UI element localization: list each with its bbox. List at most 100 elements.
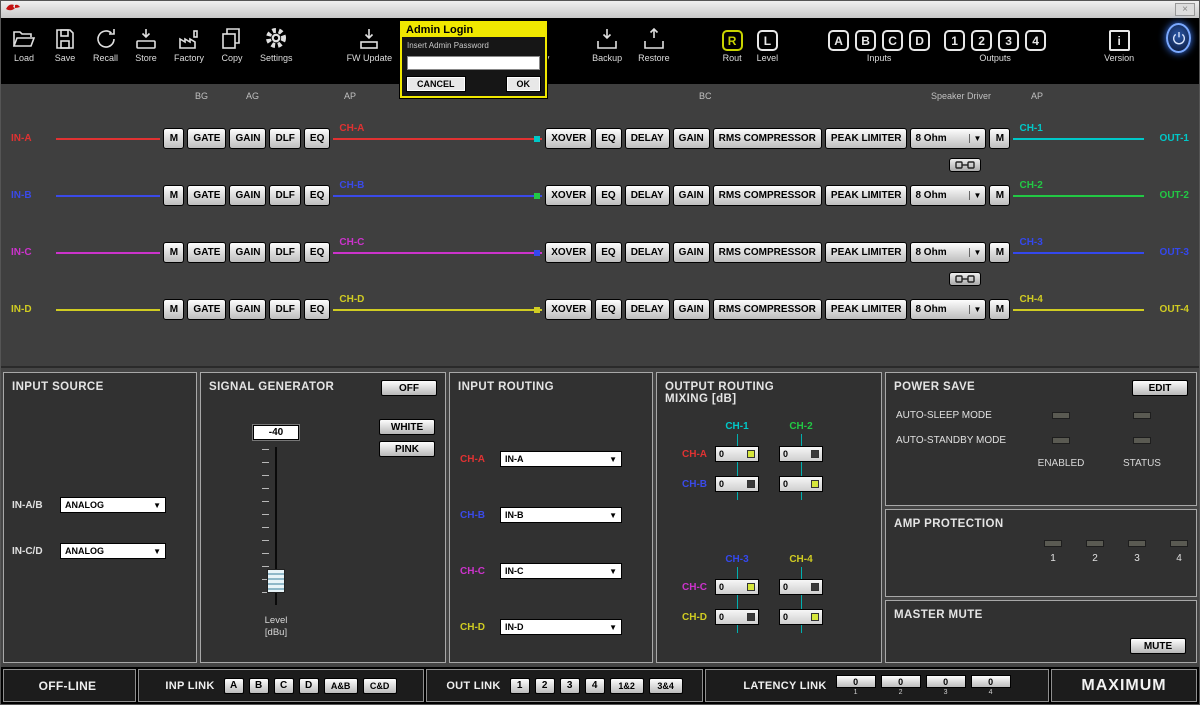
- out-link-button[interactable]: 1&2: [610, 678, 644, 694]
- eq-button[interactable]: EQ: [304, 128, 330, 149]
- input-b-button[interactable]: B: [855, 30, 876, 51]
- out-link-button[interactable]: 4: [585, 678, 605, 694]
- input-mute-button[interactable]: M: [163, 185, 184, 206]
- output-mute-button[interactable]: M: [989, 128, 1010, 149]
- eq-out-button[interactable]: EQ: [595, 242, 621, 263]
- mix-active-indicator[interactable]: [811, 613, 819, 621]
- out-link-button[interactable]: 1: [510, 678, 530, 694]
- mix-gain-cell[interactable]: 0: [779, 609, 823, 625]
- input-mute-button[interactable]: M: [163, 242, 184, 263]
- ch-a-routing-select[interactable]: IN-A ▼: [500, 451, 622, 467]
- gain-out-button[interactable]: GAIN: [673, 242, 710, 263]
- fw-update-button[interactable]: FW Update: [347, 23, 393, 63]
- close-icon[interactable]: ×: [1175, 3, 1195, 16]
- out-link-button[interactable]: 3&4: [649, 678, 683, 694]
- gain-out-button[interactable]: GAIN: [673, 299, 710, 320]
- inp-link-button[interactable]: D: [299, 678, 319, 694]
- ch-c-routing-select[interactable]: IN-C ▼: [500, 563, 622, 579]
- bridge-link-button[interactable]: [949, 272, 981, 286]
- peak-limiter-button[interactable]: PEAK LIMITER: [825, 128, 908, 149]
- load-button[interactable]: Load: [11, 23, 37, 63]
- mix-gain-cell[interactable]: 0: [715, 476, 759, 492]
- restore-button[interactable]: Restore: [638, 23, 670, 63]
- eq-button[interactable]: EQ: [304, 242, 330, 263]
- white-noise-button[interactable]: WHITE: [379, 419, 435, 435]
- gate-button[interactable]: GATE: [187, 128, 226, 149]
- dlf-button[interactable]: DLF: [269, 185, 300, 206]
- out-link-button[interactable]: 2: [535, 678, 555, 694]
- admin-password-input[interactable]: [407, 56, 540, 70]
- inp-link-button[interactable]: B: [249, 678, 269, 694]
- input-d-button[interactable]: D: [909, 30, 930, 51]
- settings-button[interactable]: Settings: [260, 23, 293, 63]
- mix-active-indicator[interactable]: [747, 450, 755, 458]
- rms-compressor-button[interactable]: RMS COMPRESSOR: [713, 299, 822, 320]
- version-info-icon[interactable]: i: [1109, 30, 1130, 51]
- inp-link-button[interactable]: C: [274, 678, 294, 694]
- input-mute-button[interactable]: M: [163, 299, 184, 320]
- speaker-driver-select[interactable]: 8 Ohm ▼: [910, 242, 986, 263]
- ch-d-routing-select[interactable]: IN-D ▼: [500, 619, 622, 635]
- master-mute-button[interactable]: MUTE: [1130, 638, 1186, 654]
- gain-button[interactable]: GAIN: [229, 299, 266, 320]
- latency-value[interactable]: 0: [881, 675, 921, 688]
- eq-out-button[interactable]: EQ: [595, 299, 621, 320]
- mix-gain-cell[interactable]: 0: [779, 476, 823, 492]
- output-mute-button[interactable]: M: [989, 185, 1010, 206]
- gain-out-button[interactable]: GAIN: [673, 185, 710, 206]
- latency-value[interactable]: 0: [926, 675, 966, 688]
- inp-link-button[interactable]: A: [224, 678, 244, 694]
- gate-button[interactable]: GATE: [187, 242, 226, 263]
- delay-button[interactable]: DELAY: [625, 185, 670, 206]
- xover-button[interactable]: XOVER: [545, 185, 592, 206]
- mix-active-indicator[interactable]: [811, 450, 819, 458]
- eq-button[interactable]: EQ: [304, 185, 330, 206]
- rms-compressor-button[interactable]: RMS COMPRESSOR: [713, 185, 822, 206]
- slider-handle[interactable]: [267, 569, 285, 593]
- inp-link-button[interactable]: C&D: [363, 678, 397, 694]
- ok-button[interactable]: OK: [507, 77, 541, 91]
- input-c-button[interactable]: C: [882, 30, 903, 51]
- peak-limiter-button[interactable]: PEAK LIMITER: [825, 299, 908, 320]
- latency-value[interactable]: 0: [836, 675, 876, 688]
- level-slider[interactable]: [253, 447, 299, 605]
- inp-link-button[interactable]: A&B: [324, 678, 358, 694]
- eq-out-button[interactable]: EQ: [595, 128, 621, 149]
- in-ab-source-select[interactable]: ANALOG ▼: [60, 497, 166, 513]
- out-link-button[interactable]: 3: [560, 678, 580, 694]
- speaker-driver-select[interactable]: 8 Ohm ▼: [910, 128, 986, 149]
- mix-gain-cell[interactable]: 0: [715, 446, 759, 462]
- power-button[interactable]: [1166, 23, 1191, 53]
- gain-button[interactable]: GAIN: [229, 185, 266, 206]
- gate-button[interactable]: GATE: [187, 185, 226, 206]
- rout-button[interactable]: R: [722, 30, 743, 51]
- peak-limiter-button[interactable]: PEAK LIMITER: [825, 185, 908, 206]
- mix-gain-cell[interactable]: 0: [779, 579, 823, 595]
- speaker-driver-select[interactable]: 8 Ohm ▼: [910, 185, 986, 206]
- edit-button[interactable]: EDIT: [1132, 380, 1188, 396]
- eq-button[interactable]: EQ: [304, 299, 330, 320]
- output-2-button[interactable]: 2: [971, 30, 992, 51]
- gain-button[interactable]: GAIN: [229, 242, 266, 263]
- level-button[interactable]: L: [757, 30, 778, 51]
- output-1-button[interactable]: 1: [944, 30, 965, 51]
- gate-button[interactable]: GATE: [187, 299, 226, 320]
- output-mute-button[interactable]: M: [989, 299, 1010, 320]
- bridge-link-button[interactable]: [949, 158, 981, 172]
- latency-value[interactable]: 0: [971, 675, 1011, 688]
- mix-active-indicator[interactable]: [811, 480, 819, 488]
- input-mute-button[interactable]: M: [163, 128, 184, 149]
- save-button[interactable]: Save: [53, 23, 77, 63]
- gain-button[interactable]: GAIN: [229, 128, 266, 149]
- gain-out-button[interactable]: GAIN: [673, 128, 710, 149]
- xover-button[interactable]: XOVER: [545, 299, 592, 320]
- ch-b-routing-select[interactable]: IN-B ▼: [500, 507, 622, 523]
- output-4-button[interactable]: 4: [1025, 30, 1046, 51]
- pink-noise-button[interactable]: PINK: [379, 441, 435, 457]
- speaker-driver-select[interactable]: 8 Ohm ▼: [910, 299, 986, 320]
- rms-compressor-button[interactable]: RMS COMPRESSOR: [713, 128, 822, 149]
- xover-button[interactable]: XOVER: [545, 242, 592, 263]
- in-cd-source-select[interactable]: ANALOG ▼: [60, 543, 166, 559]
- mix-active-indicator[interactable]: [747, 583, 755, 591]
- xover-button[interactable]: XOVER: [545, 128, 592, 149]
